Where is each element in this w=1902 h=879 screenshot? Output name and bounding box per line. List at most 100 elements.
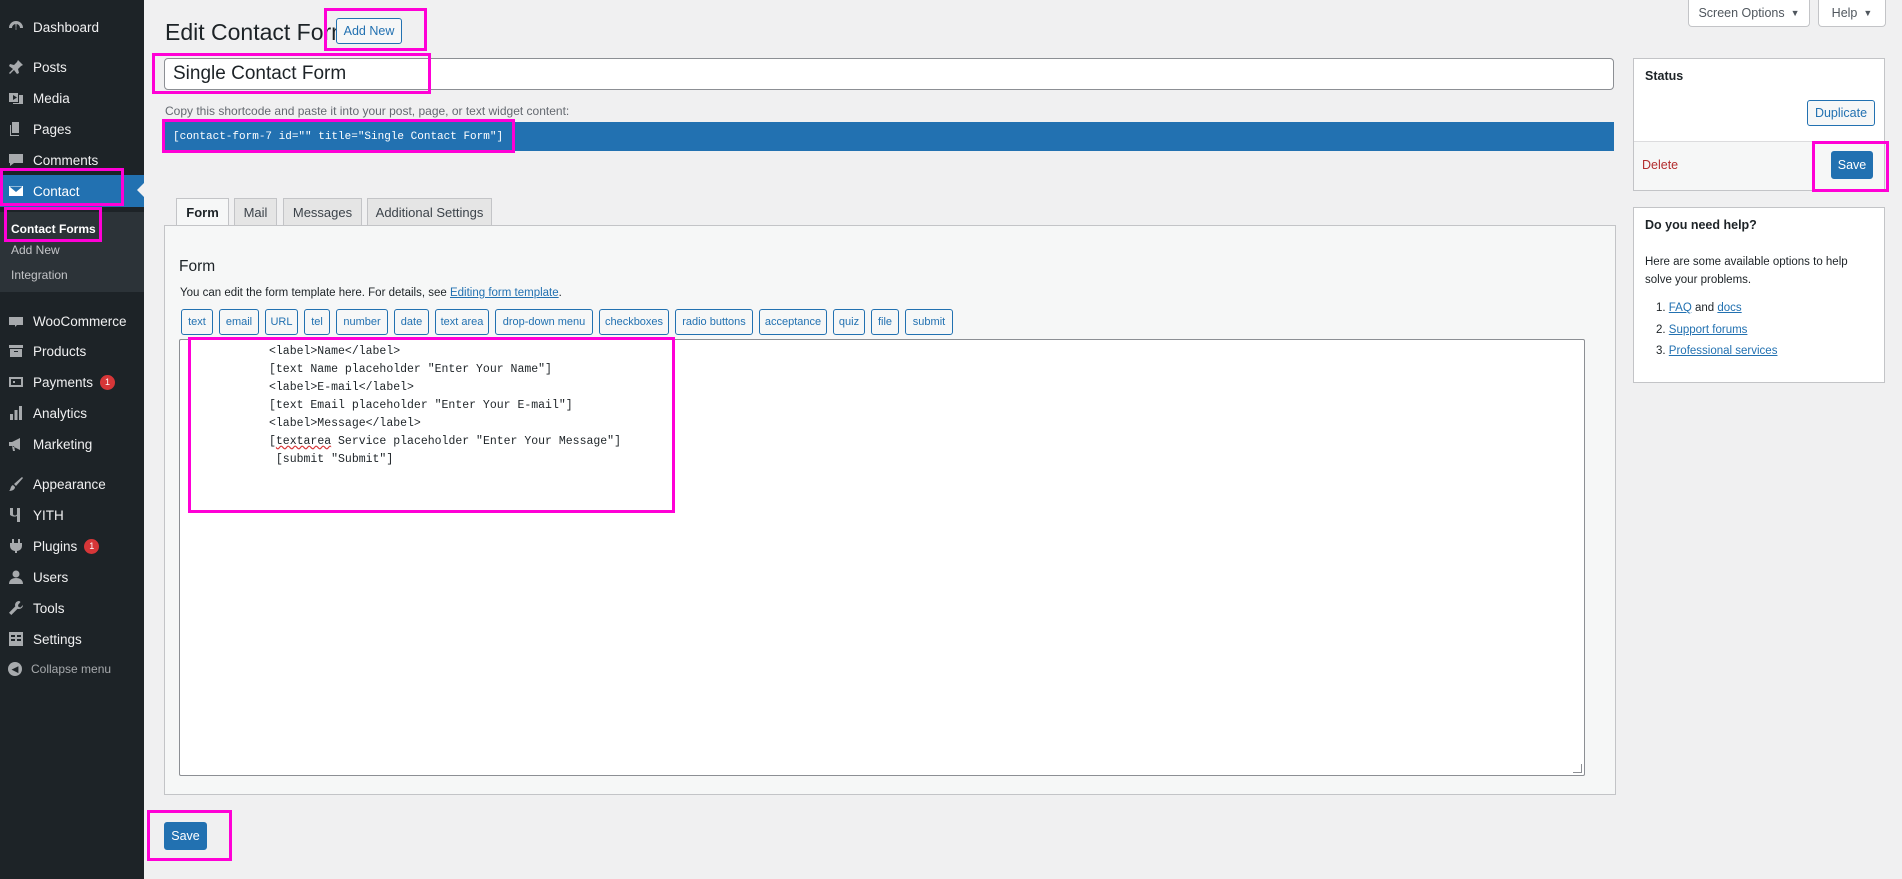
- submenu-contact-forms[interactable]: Contact Forms: [11, 222, 96, 236]
- media-icon: [8, 90, 24, 106]
- tag-button-date[interactable]: date: [394, 309, 429, 335]
- sidebar-item-label: Comments: [33, 152, 99, 168]
- sidebar-item-analytics[interactable]: Analytics: [0, 398, 144, 428]
- sidebar-item-label: Analytics: [33, 405, 88, 421]
- support-forums-link[interactable]: Support forums: [1669, 324, 1748, 336]
- sidebar-item-label: Products: [33, 343, 87, 359]
- add-new-button[interactable]: Add New: [336, 18, 402, 44]
- professional-services-link[interactable]: Professional services: [1669, 345, 1778, 357]
- pages-icon: [8, 121, 24, 137]
- comment-icon: [8, 152, 24, 168]
- form-title-input[interactable]: Single Contact Form: [164, 58, 1614, 90]
- admin-sidebar: Dashboard Posts Media Pages Comments Con…: [0, 0, 144, 879]
- contact-submenu: Contact Forms Add New Integration: [0, 212, 144, 292]
- notification-badge: 1: [100, 374, 116, 390]
- notification-badge: 1: [84, 538, 100, 554]
- tab-messages[interactable]: Messages: [283, 198, 362, 225]
- settings-icon: [8, 631, 24, 647]
- user-icon: [8, 569, 24, 585]
- collapse-menu-label: Collapse menu: [31, 662, 112, 676]
- screen-options-button[interactable]: Screen Options ▼: [1688, 0, 1810, 27]
- sidebar-item-payments[interactable]: Payments 1: [0, 367, 144, 397]
- brush-icon: [8, 476, 24, 492]
- tag-button-text[interactable]: text: [181, 309, 213, 335]
- resize-handle[interactable]: [1573, 764, 1582, 773]
- woocommerce-icon: [8, 313, 24, 329]
- sidebar-item-products[interactable]: Products: [0, 336, 144, 366]
- description-suffix: .: [558, 287, 562, 299]
- help-item: 1. FAQ and docs: [1656, 302, 1742, 314]
- sidebar-item-contact[interactable]: Contact: [0, 175, 144, 207]
- archive-icon: [8, 343, 24, 359]
- code-fragment: [: [269, 435, 276, 448]
- tab-form[interactable]: Form: [176, 198, 229, 226]
- tag-button-email[interactable]: email: [219, 309, 259, 335]
- sidebar-item-settings[interactable]: Settings: [0, 624, 144, 654]
- submenu-integration[interactable]: Integration: [11, 268, 68, 282]
- shortcode-field[interactable]: [contact-form-7 id="" title="Single Cont…: [164, 122, 1614, 151]
- tag-button-dropdown[interactable]: drop-down menu: [495, 309, 593, 335]
- bar-chart-icon: [8, 405, 24, 421]
- help-button[interactable]: Help ▼: [1818, 0, 1886, 27]
- status-heading: Status: [1645, 69, 1684, 83]
- sidebar-item-users[interactable]: Users: [0, 562, 144, 592]
- screen-options-label: Screen Options: [1698, 6, 1785, 20]
- help-text: Here are some available options to help …: [1645, 256, 1848, 286]
- spellcheck-word: textarea: [275, 435, 332, 448]
- sidebar-item-label: Dashboard: [33, 19, 100, 35]
- envelope-icon: [8, 183, 24, 199]
- sidebar-item-marketing[interactable]: Marketing: [0, 429, 144, 459]
- duplicate-button[interactable]: Duplicate: [1807, 100, 1875, 126]
- sidebar-item-label: Tools: [33, 600, 65, 616]
- sidebar-item-woocommerce[interactable]: WooCommerce: [0, 306, 144, 336]
- sidebar-item-comments[interactable]: Comments: [0, 145, 144, 175]
- tag-button-tel[interactable]: tel: [304, 309, 330, 335]
- tag-button-textarea[interactable]: text area: [435, 309, 489, 335]
- collapse-menu-button[interactable]: ◀ Collapse menu: [0, 654, 144, 684]
- tag-button-acceptance[interactable]: acceptance: [759, 309, 827, 335]
- tab-mail[interactable]: Mail: [234, 198, 277, 225]
- tab-additional-settings[interactable]: Additional Settings: [367, 198, 492, 225]
- sidebar-item-label: Plugins: [33, 538, 78, 554]
- delete-link[interactable]: Delete: [1642, 158, 1678, 172]
- editing-form-template-link[interactable]: Editing form template: [450, 287, 559, 299]
- tag-button-radio[interactable]: radio buttons: [675, 309, 753, 335]
- status-footer: Delete Save: [1634, 141, 1884, 190]
- tag-button-file[interactable]: file: [871, 309, 899, 335]
- sidebar-item-yith[interactable]: YITH: [0, 500, 144, 530]
- save-button[interactable]: Save: [1831, 151, 1873, 179]
- sidebar-item-tools[interactable]: Tools: [0, 593, 144, 623]
- yith-icon: [8, 507, 24, 523]
- sidebar-item-plugins[interactable]: Plugins 1: [0, 531, 144, 561]
- code-line: [textarea Service placeholder "Enter You…: [269, 435, 621, 448]
- sidebar-item-posts[interactable]: Posts: [0, 52, 144, 82]
- sidebar-item-media[interactable]: Media: [0, 83, 144, 113]
- tag-button-checkboxes[interactable]: checkboxes: [599, 309, 669, 335]
- sidebar-item-appearance[interactable]: Appearance: [0, 469, 144, 499]
- plugin-icon: [8, 538, 24, 554]
- tag-button-url[interactable]: URL: [265, 309, 298, 335]
- help-label: Help: [1831, 6, 1858, 20]
- help-item: 2. Support forums: [1656, 324, 1747, 336]
- sidebar-item-pages[interactable]: Pages: [0, 114, 144, 144]
- dashboard-icon: [8, 19, 24, 35]
- tag-button-submit[interactable]: submit: [905, 309, 953, 335]
- tag-button-number[interactable]: number: [336, 309, 388, 335]
- docs-link[interactable]: docs: [1717, 302, 1741, 314]
- sidebar-item-label: Appearance: [33, 476, 106, 492]
- submenu-add-new[interactable]: Add New: [11, 243, 60, 257]
- sidebar-item-dashboard[interactable]: Dashboard: [0, 12, 144, 42]
- megaphone-icon: [8, 436, 24, 452]
- bottom-save-button[interactable]: Save: [164, 822, 207, 850]
- sidebar-item-label: WooCommerce: [33, 313, 127, 329]
- help-box: Do you need help? Here are some availabl…: [1633, 207, 1885, 383]
- caret-down-icon: ▼: [1863, 8, 1873, 18]
- description-text: You can edit the form template here. For…: [180, 287, 450, 299]
- tag-button-quiz[interactable]: quiz: [833, 309, 865, 335]
- code-line: [text Email placeholder "Enter Your E-ma…: [269, 399, 573, 412]
- code-line: <label>Name</label>: [269, 345, 401, 358]
- page-title: Edit Contact Form: [165, 19, 351, 45]
- faq-link[interactable]: FAQ: [1669, 302, 1692, 314]
- sidebar-item-label: Contact: [33, 183, 80, 199]
- collapse-arrow-icon: ◀: [8, 662, 22, 676]
